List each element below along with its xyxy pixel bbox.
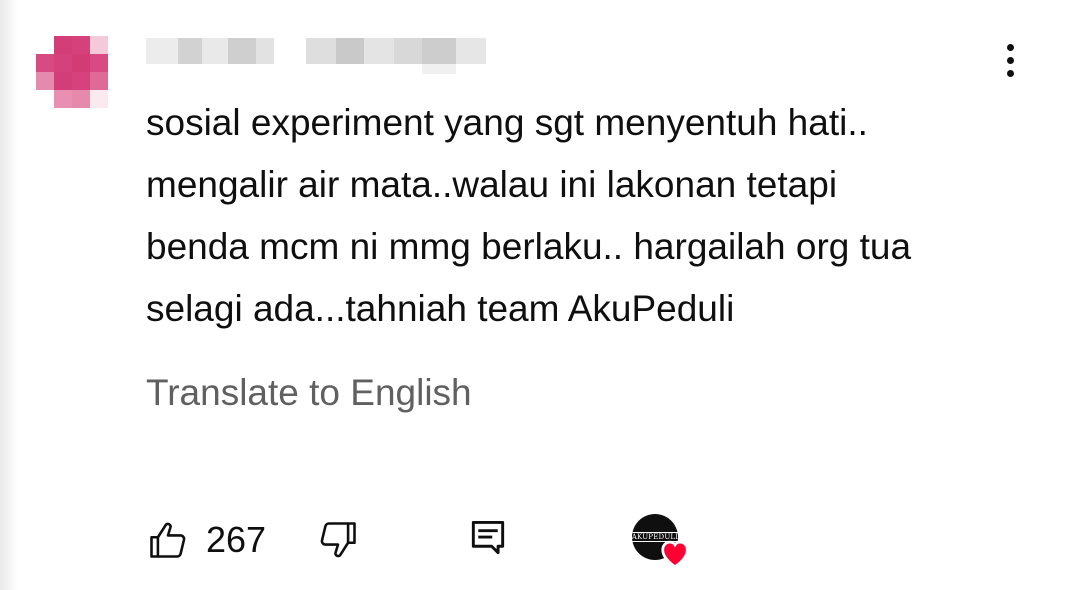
comment-reply-icon: [471, 520, 505, 555]
heart-icon: [661, 540, 689, 568]
thumbs-down-icon: [320, 522, 356, 558]
reply-button[interactable]: [466, 516, 510, 560]
translate-link[interactable]: Translate to English: [146, 370, 472, 416]
like-count: 267: [206, 519, 267, 560]
thumbs-up-icon: [150, 522, 186, 558]
left-edge-shadow: [0, 0, 18, 590]
like-button[interactable]: [146, 518, 190, 562]
dislike-button[interactable]: [316, 518, 360, 562]
more-options-button[interactable]: [990, 38, 1030, 82]
more-vert-icon: [1006, 43, 1014, 51]
comment-text: sosial experiment yang sgt menyentuh hat…: [146, 102, 912, 329]
username-blurred[interactable]: [146, 34, 486, 74]
creator-heart-badge[interactable]: AKUPEDULI: [632, 514, 696, 570]
avatar[interactable]: [36, 36, 108, 108]
